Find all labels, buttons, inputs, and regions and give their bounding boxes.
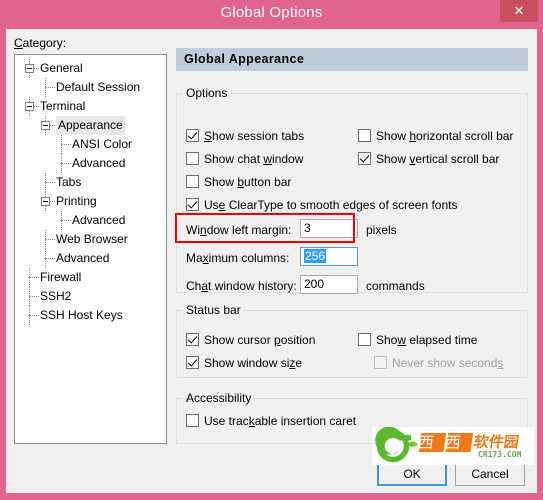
checkbox-box-icon[interactable]: [358, 333, 371, 346]
checkbox-show-window-size[interactable]: Show window size: [186, 356, 302, 370]
tree-item-firewall[interactable]: Firewall: [40, 268, 81, 287]
tree-connector: [29, 296, 39, 297]
tree-connector: [61, 163, 71, 164]
checkbox-box-icon[interactable]: [186, 129, 199, 142]
category-tree[interactable]: General Default Session Terminal Appearance…: [14, 54, 167, 444]
checkbox-label: Show elapsed time: [376, 333, 478, 347]
tree-connector: [45, 87, 55, 88]
svg-text:西: 西: [416, 433, 435, 452]
dialog-client-area: Category: General Default Session Terminal…: [6, 29, 537, 493]
tree-item-printing[interactable]: Printing: [56, 192, 97, 211]
tree-connector: [45, 239, 55, 240]
checkbox-label: Use trackable insertion caret: [204, 414, 357, 428]
input-value: 3: [304, 221, 311, 235]
tree-connector: [29, 315, 39, 316]
tree-connector: [45, 182, 55, 183]
input-maximum-columns[interactable]: 256: [300, 247, 358, 266]
checkbox-use-trackable-insertion-caret[interactable]: Use trackable insertion caret: [186, 414, 356, 428]
checkbox-box-icon: [374, 356, 387, 369]
tree-connector: [45, 258, 55, 259]
checkbox-label: Use ClearType to smooth edges of screen …: [204, 198, 458, 212]
title-bar: Global Options ✕: [0, 0, 543, 29]
tree-item-ansi-color[interactable]: ANSI Color: [72, 135, 132, 154]
checkbox-box-icon[interactable]: [186, 198, 199, 211]
label-maximum-columns: Maximum columns:: [186, 251, 290, 265]
checkbox-label: Show chat window: [204, 152, 304, 166]
tree-connector: [61, 220, 71, 221]
suffix-pixels: pixels: [366, 223, 397, 237]
tree-item-advanced[interactable]: Advanced: [72, 211, 125, 230]
panel-header: Global Appearance: [176, 48, 528, 71]
checkbox-use-cleartype[interactable]: Use ClearType to smooth edges of screen …: [186, 198, 457, 212]
checkbox-show-elapsed-time[interactable]: Show elapsed time: [358, 333, 477, 347]
accessibility-group-title: Accessibility: [183, 391, 255, 405]
input-chat-window-history[interactable]: 200: [300, 275, 358, 294]
checkbox-show-button-bar[interactable]: Show button bar: [186, 175, 291, 189]
category-label: Category:: [14, 36, 67, 50]
suffix-commands: commands: [366, 279, 425, 293]
tree-expander-icon[interactable]: [41, 121, 50, 130]
tree-item-tabs[interactable]: Tabs: [56, 173, 81, 192]
checkbox-show-horizontal-scroll-bar[interactable]: Show horizontal scroll bar: [358, 129, 513, 143]
tree-item-ssh2[interactable]: SSH2: [40, 287, 71, 306]
checkbox-box-icon[interactable]: [358, 152, 371, 165]
status-group-title: Status bar: [183, 303, 244, 317]
checkbox-box-icon[interactable]: [186, 175, 199, 188]
window-title: Global Options: [220, 4, 323, 21]
checkbox-show-chat-window[interactable]: Show chat window: [186, 152, 303, 166]
checkbox-show-session-tabs[interactable]: Show session tabs: [186, 129, 304, 143]
label-chat-window-history: Chat window history:: [186, 279, 297, 293]
options-group-title: Options: [183, 86, 231, 100]
checkbox-box-icon[interactable]: [186, 356, 199, 369]
tree-item-web-browser[interactable]: Web Browser: [56, 230, 128, 249]
tree-item-default-session[interactable]: Default Session: [56, 78, 140, 97]
cancel-button[interactable]: Cancel: [455, 463, 525, 486]
tree-item-ssh-host-keys[interactable]: SSH Host Keys: [40, 306, 123, 325]
checkbox-box-icon[interactable]: [186, 333, 199, 346]
checkbox-show-vertical-scroll-bar[interactable]: Show vertical scroll bar: [358, 152, 499, 166]
tree-connector: [61, 144, 71, 145]
tree-item-terminal[interactable]: Terminal: [40, 97, 85, 116]
checkbox-box-icon[interactable]: [358, 129, 371, 142]
input-value: 200: [304, 277, 325, 291]
input-window-left-margin[interactable]: 3: [300, 219, 358, 238]
svg-text:西: 西: [443, 433, 462, 452]
checkbox-never-show-seconds: Never show seconds: [374, 356, 503, 370]
tree-item-advanced[interactable]: Advanced: [72, 154, 125, 173]
tree-expander-icon[interactable]: [25, 102, 34, 111]
checkbox-label: Show button bar: [204, 175, 292, 189]
tree-connector: [29, 277, 39, 278]
checkbox-label: Never show seconds: [392, 356, 504, 370]
checkbox-label: Show window size: [204, 356, 303, 370]
watermark-logo: 西 西 软件园 CR173.COM: [372, 426, 534, 465]
tree-item-advanced[interactable]: Advanced: [56, 249, 109, 268]
tree-item-general[interactable]: General: [40, 59, 83, 78]
tree-item-appearance[interactable]: Appearance: [56, 116, 125, 135]
checkbox-label: Show session tabs: [204, 129, 305, 143]
checkbox-label: Show cursor position: [204, 333, 316, 347]
checkbox-box-icon[interactable]: [186, 414, 199, 427]
label-window-left-margin: Window left margin:: [186, 223, 292, 237]
checkbox-label: Show vertical scroll bar: [376, 152, 500, 166]
input-value: 256: [304, 249, 327, 263]
global-options-window: Global Options ✕ Category: General Defaul…: [0, 0, 543, 500]
panel-header-title: Global Appearance: [184, 52, 305, 66]
checkbox-label: Show horizontal scroll bar: [376, 129, 514, 143]
tree-expander-icon[interactable]: [41, 197, 50, 206]
ok-button[interactable]: OK: [377, 463, 447, 486]
tree-expander-icon[interactable]: [25, 64, 34, 73]
close-icon[interactable]: ✕: [500, 0, 538, 22]
checkbox-box-icon[interactable]: [186, 152, 199, 165]
svg-text:软件园: 软件园: [473, 433, 520, 451]
checkbox-show-cursor-position[interactable]: Show cursor position: [186, 333, 315, 347]
svg-text:CR173.COM: CR173.COM: [478, 450, 522, 459]
